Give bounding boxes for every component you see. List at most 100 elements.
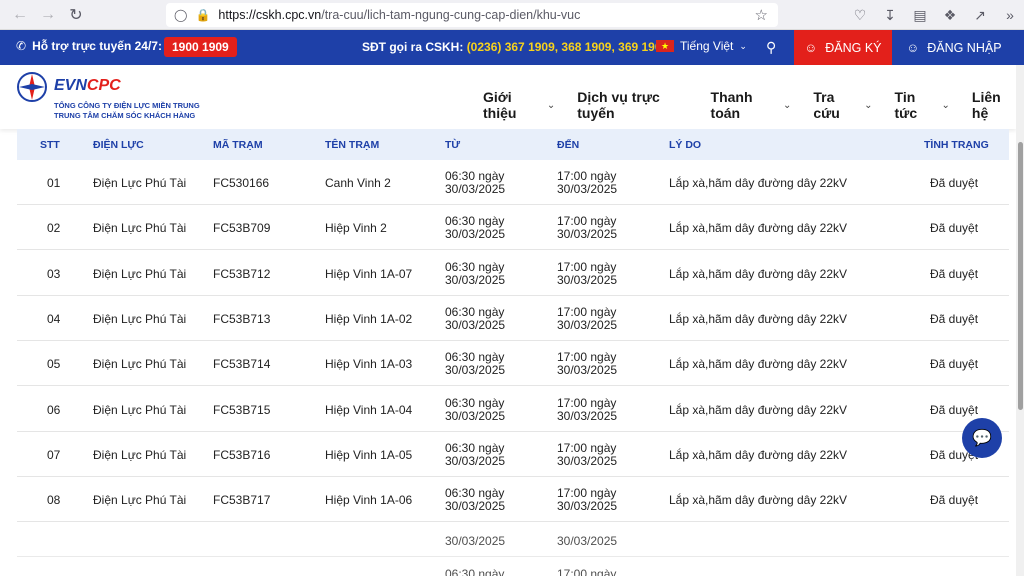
cell-tinh-trang: Đã duyệt bbox=[930, 266, 979, 281]
vietnam-flag-icon: ★ bbox=[656, 40, 674, 52]
search-icon[interactable]: ⚲ bbox=[766, 39, 776, 56]
cell-den-date: 30/03/2025 bbox=[557, 408, 618, 423]
hotline-number-badge[interactable]: 1900 1909 bbox=[164, 37, 237, 57]
cell-den: 17:00 ngày 30/03/2025 bbox=[557, 440, 617, 468]
phone-icon: ✆ bbox=[16, 39, 27, 53]
cell-tu-time: 06:30 ngày bbox=[445, 304, 505, 319]
login-button[interactable]: ☺ ĐĂNG NHẬP bbox=[892, 30, 1016, 65]
cell-stt: 02 bbox=[47, 221, 61, 236]
cell-tu: 06:30 ngày 30/03/2025 bbox=[445, 215, 505, 241]
cell-tu: 06:30 ngày 30/03/2025 bbox=[445, 396, 506, 423]
table-row: 01 Điện Lực Phú Tài FC530166 Canh Vinh 2 06:… bbox=[17, 160, 1009, 205]
lock-icon[interactable]: 🔒 bbox=[195, 8, 210, 22]
cell-ten-tram: Hiệp Vinh 1A-07 bbox=[325, 266, 413, 281]
cell-den-time: 17:00 ngày bbox=[557, 440, 617, 455]
url-host: https://cskh.cpc.vn bbox=[218, 8, 322, 22]
overflow-menu-icon[interactable]: » bbox=[1000, 7, 1020, 23]
logo-subtitle-2: TRUNG TÂM CHĂM SÓC KHÁCH HÀNG bbox=[54, 111, 196, 120]
cell-stt: 01 bbox=[47, 176, 61, 190]
hotline-label: ✆ Hỗ trợ trực tuyến 24/7: bbox=[16, 39, 162, 53]
cell-tu-date: 30/03/2025 bbox=[445, 227, 506, 242]
cell-den-date: 30/03/2025 bbox=[557, 182, 618, 196]
cell-den: 17:00 ngày 30/03/2025 bbox=[557, 487, 617, 513]
cell-tu: 06:30 ngày 30/03/2025 bbox=[445, 441, 506, 468]
menu-item-dich-vu[interactable]: Dịch vụ trực tuyến bbox=[577, 89, 688, 121]
cell-den-time: 17:00 ngày bbox=[557, 395, 617, 410]
browser-toolbar-right: ♡ ↧ ▤ ❖ ↗ » ☰ bbox=[850, 0, 1024, 30]
share-icon[interactable]: ↗ bbox=[970, 7, 990, 24]
cell-ma-tram: FC53B717 bbox=[213, 493, 271, 508]
cell-ma-tram: FC53B714 bbox=[213, 357, 271, 372]
pocket-icon[interactable]: ♡ bbox=[850, 7, 870, 24]
cell-dien-luc: Điện Lực Phú Tài bbox=[93, 176, 187, 190]
table-row: 03 Điện Lực Phú Tài FC53B712 Hiệp Vinh 1A-0… bbox=[17, 251, 1009, 296]
cell-ma-tram: FC53B712 bbox=[213, 266, 271, 281]
cell-tinh-trang: Đã duyệt bbox=[930, 357, 979, 372]
chevron-down-icon: ⌄ bbox=[782, 99, 792, 111]
register-button[interactable]: ☺ ĐĂNG KÝ bbox=[794, 30, 892, 65]
cskh-numbers[interactable]: (0236) 367 1909, 368 1909, 369 1909 bbox=[467, 40, 669, 54]
cell-tu-date: 30/03/2025 bbox=[445, 534, 506, 548]
back-arrow-icon[interactable]: ← bbox=[6, 1, 34, 29]
table-row-partial: 06:30 ngày 17:00 ngày bbox=[17, 557, 1009, 576]
chevron-down-icon: ⌄ bbox=[864, 99, 873, 111]
table-row: 04 Điện Lực Phú Tài FC53B713 Hiệp Vinh 1A-0… bbox=[17, 296, 1009, 341]
cell-tu: 06:30 ngày 30/03/2025 bbox=[445, 260, 505, 287]
chat-support-icon[interactable]: 💬 bbox=[962, 418, 1002, 458]
cell-stt: 03 bbox=[47, 266, 61, 281]
cell-tu-time: 06:30 ngày bbox=[445, 567, 505, 576]
browser-toolbar: ← → ↻ ◯ 🔒 https://cskh.cpc.vn/tra-cuu/li… bbox=[0, 0, 1024, 30]
menu-item-gioi-thieu[interactable]: Giới thiệu ⌄ bbox=[483, 89, 555, 121]
address-bar[interactable]: ◯ 🔒 https://cskh.cpc.vn/tra-cuu/lich-tam… bbox=[166, 3, 778, 27]
forward-arrow-icon[interactable]: → bbox=[34, 1, 62, 29]
cell-tu-date: 30/03/2025 bbox=[445, 317, 506, 332]
header-ten-tram: TÊN TRẠM bbox=[325, 139, 380, 151]
cell-den: 17:00 ngày 30/03/2025 bbox=[557, 215, 617, 241]
cell-dien-luc: Điện Lực Phú Tài bbox=[93, 447, 187, 462]
menu-item-tin-tuc[interactable]: Tin tức ⌄ bbox=[895, 89, 950, 121]
bookmark-star-icon[interactable]: ☆ bbox=[755, 6, 768, 24]
hotline-text: Hỗ trợ trực tuyến 24/7: bbox=[32, 39, 162, 53]
cell-tu-date: 30/03/2025 bbox=[445, 453, 506, 468]
logo-subtitle-1: TỔNG CÔNG TY ĐIỆN LỰC MIỀN TRUNG bbox=[54, 101, 200, 110]
menu-label: Tra cứu bbox=[813, 89, 840, 121]
cell-den-date: 30/03/2025 bbox=[557, 227, 618, 242]
logo-text[interactable]: EVNCPC bbox=[54, 77, 121, 95]
cell-ly-do: Lắp xà,hãm dây đường dây 22kV bbox=[669, 311, 848, 326]
cell-den-date: 30/03/2025 bbox=[557, 363, 618, 378]
menu-label: Dịch vụ trực tuyến bbox=[577, 89, 660, 121]
cell-stt: 04 bbox=[47, 311, 61, 326]
extensions-icon[interactable]: ❖ bbox=[940, 7, 960, 24]
cell-tinh-trang: Đã duyệt bbox=[930, 402, 979, 417]
library-icon[interactable]: ▤ bbox=[910, 7, 930, 24]
scrollbar-thumb[interactable] bbox=[1018, 142, 1023, 410]
site-header: EVNCPC TỔNG CÔNG TY ĐIỆN LỰC MIỀN TRUNG … bbox=[0, 65, 1016, 129]
menu-label: Liên hệ bbox=[971, 89, 1001, 121]
evn-logo-icon[interactable] bbox=[16, 71, 48, 103]
reload-icon[interactable]: ↻ bbox=[62, 1, 90, 29]
menu-item-tra-cuu[interactable]: Tra cứu ⌄ bbox=[813, 89, 872, 121]
menu-item-lien-he[interactable]: Liên hệ bbox=[972, 89, 1016, 121]
cell-tu-date: 30/03/2025 bbox=[445, 499, 506, 514]
cell-ten-tram: Hiệp Vinh 1A-05 bbox=[325, 447, 413, 462]
language-selector[interactable]: ★ Tiếng Việt ⌄ bbox=[656, 39, 747, 53]
cell-dien-luc: Điện Lực Phú Tài bbox=[93, 266, 187, 281]
user-icon: ☺ bbox=[906, 40, 920, 55]
cell-den-time: 17:00 ngày bbox=[557, 567, 617, 576]
shield-icon[interactable]: ◯ bbox=[174, 8, 187, 22]
cell-tu-date: 30/03/2025 bbox=[445, 408, 506, 423]
register-label: ĐĂNG KÝ bbox=[825, 40, 882, 55]
cell-tu-date: 30/03/2025 bbox=[445, 182, 506, 196]
cell-tu-date: 30/03/2025 bbox=[445, 363, 506, 378]
cell-ma-tram: FC53B715 bbox=[213, 402, 271, 417]
table-row: 05 Điện Lực Phú Tài FC53B714 Hiệp Vinh 1A-0… bbox=[17, 341, 1009, 387]
menu-item-thanh-toan[interactable]: Thanh toán ⌄ bbox=[711, 89, 792, 121]
cell-tu: 06:30 ngày 30/03/2025 bbox=[445, 304, 506, 332]
cskh-contact: SĐT gọi ra CSKH: (0236) 367 1909, 368 19… bbox=[362, 40, 668, 54]
cell-ly-do: Lắp xà,hãm dây đường dây 22kV bbox=[669, 357, 848, 372]
header-tinh-trang: TÌNH TRẠNG bbox=[924, 139, 989, 151]
cell-tu: 06:30 ngày 30/03/2025 bbox=[445, 487, 505, 513]
download-icon[interactable]: ↧ bbox=[880, 7, 900, 24]
cell-dien-luc: Điện Lực Phú Tài bbox=[93, 402, 187, 417]
cell-dien-luc: Điện Lực Phú Tài bbox=[93, 221, 187, 236]
